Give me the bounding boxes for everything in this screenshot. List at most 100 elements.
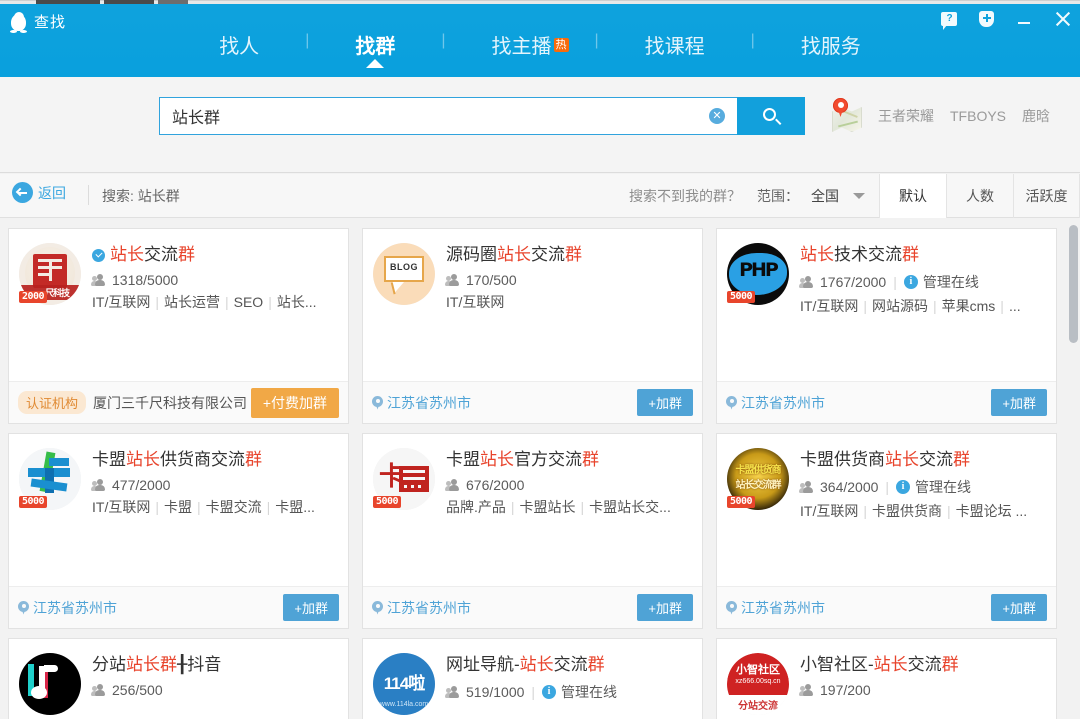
group-avatar-wrapper[interactable] bbox=[19, 653, 81, 715]
group-card[interactable]: 5000卡盟站长供货商交流群477/2000IT/互联网|卡盟|卡盟交流|卡盟.… bbox=[8, 433, 349, 629]
tag-separator: | bbox=[150, 294, 164, 310]
minimize-icon bbox=[1016, 11, 1032, 27]
members-icon bbox=[92, 684, 107, 697]
group-card[interactable]: 小智社区xz666.00sq.cn分站交流小智社区-站长交流群197/200 bbox=[716, 638, 1057, 719]
group-card[interactable]: BLOG源码圈站长交流群170/500IT/互联网江苏省苏州市+加群 bbox=[362, 228, 703, 424]
group-title[interactable]: 卡盟站长官方交流群 bbox=[446, 448, 692, 472]
group-tag[interactable]: IT/互联网 bbox=[800, 503, 858, 519]
sort-tab-default[interactable]: 默认 bbox=[879, 174, 946, 218]
group-card[interactable]: PHP5000站长技术交流群1767/2000|管理在线IT/互联网|网站源码|… bbox=[716, 228, 1057, 424]
filter-divider bbox=[88, 185, 89, 205]
group-avatar-wrapper[interactable]: 卡盟供货商站长交流群5000 bbox=[727, 448, 789, 510]
nav-tab-find-courses[interactable]: 找课程 bbox=[645, 30, 705, 59]
join-group-button[interactable]: +加群 bbox=[283, 594, 339, 621]
back-arrow-icon bbox=[12, 182, 33, 203]
scrollbar-thumb[interactable] bbox=[1069, 225, 1078, 343]
group-tag[interactable]: 站长运营 bbox=[164, 294, 220, 310]
group-tag[interactable]: IT/互联网 bbox=[446, 294, 504, 310]
group-title[interactable]: 网址导航-站长交流群 bbox=[446, 653, 692, 677]
members-icon bbox=[446, 686, 461, 699]
group-tag[interactable]: 苹果cms bbox=[942, 298, 996, 314]
sort-tab-activity[interactable]: 活跃度 bbox=[1013, 174, 1080, 218]
group-card[interactable]: 尺科技2000站长交流群1318/5000IT/互联网|站长运营|SEO|站长.… bbox=[8, 228, 349, 424]
group-tag[interactable]: 站长... bbox=[277, 294, 317, 310]
scope-select-value[interactable]: 全国 bbox=[811, 186, 839, 206]
group-title-segment: 供货商交流 bbox=[160, 448, 245, 472]
group-tag[interactable]: IT/互联网 bbox=[92, 499, 150, 515]
group-title[interactable]: 卡盟供货商站长交流群 bbox=[800, 448, 1046, 472]
group-tag[interactable]: SEO bbox=[234, 294, 264, 310]
clear-search-icon[interactable]: ✕ bbox=[709, 108, 725, 124]
group-tag[interactable]: 卡盟 bbox=[164, 499, 192, 515]
group-tag[interactable]: 卡盟站长 bbox=[520, 499, 576, 515]
window-controls: ? bbox=[941, 10, 1072, 28]
location-pin-icon bbox=[18, 601, 29, 615]
chevron-down-icon[interactable] bbox=[853, 193, 865, 199]
group-title-segment: 群 bbox=[245, 448, 262, 472]
verified-badge-icon bbox=[92, 249, 105, 262]
group-avatar-wrapper[interactable]: BLOG bbox=[373, 243, 435, 305]
group-tag[interactable]: 品牌.产品 bbox=[446, 499, 506, 515]
group-member-count: 519/1000 bbox=[466, 684, 524, 700]
group-card[interactable]: 卡5000卡盟站长官方交流群676/2000品牌.产品|卡盟站长|卡盟站长交..… bbox=[362, 433, 703, 629]
hot-word-item[interactable]: 鹿晗 bbox=[1022, 106, 1050, 126]
group-card[interactable]: 114啦www.114la.com网址导航-站长交流群519/1000|管理在线 bbox=[362, 638, 703, 719]
group-avatar-wrapper[interactable]: 114啦www.114la.com bbox=[373, 653, 435, 715]
nav-tab-find-people[interactable]: 找人 bbox=[219, 30, 259, 59]
group-tags: IT/互联网|网站源码|苹果cms|... bbox=[800, 296, 1046, 316]
group-avatar-wrapper[interactable]: 5000 bbox=[19, 448, 81, 510]
join-group-button[interactable]: +加群 bbox=[991, 594, 1047, 621]
search-echo-text: 搜索: 站长群 bbox=[102, 186, 180, 206]
nav-tab-find-services[interactable]: 找服务 bbox=[801, 30, 861, 59]
group-avatar-wrapper[interactable]: PHP5000 bbox=[727, 243, 789, 305]
results-area: 尺科技2000站长交流群1318/5000IT/互联网|站长运营|SEO|站长.… bbox=[0, 219, 1080, 719]
group-card[interactable]: 分站站长群╂抖音256/500 bbox=[8, 638, 349, 719]
group-tags: IT/互联网|卡盟供货商|卡盟论坛 ... bbox=[800, 501, 1046, 521]
search-input[interactable] bbox=[160, 98, 737, 134]
paid-join-group-button[interactable]: +付费加群 bbox=[251, 388, 339, 418]
group-tag[interactable]: 卡盟论坛 ... bbox=[956, 503, 1028, 519]
group-avatar-wrapper[interactable]: 卡5000 bbox=[373, 448, 435, 510]
security-button[interactable] bbox=[979, 11, 994, 27]
search-button[interactable] bbox=[737, 97, 805, 135]
hot-word-item[interactable]: TFBOYS bbox=[950, 108, 1006, 124]
cant-find-group-link[interactable]: 搜索不到我的群？ bbox=[629, 186, 741, 206]
sort-tab-members[interactable]: 人数 bbox=[946, 174, 1013, 218]
group-title[interactable]: 站长技术交流群 bbox=[800, 243, 1046, 267]
hot-word-item[interactable]: 王者荣耀 bbox=[878, 106, 934, 126]
join-group-button[interactable]: +加群 bbox=[991, 389, 1047, 416]
close-button[interactable] bbox=[1054, 10, 1072, 28]
feedback-button[interactable]: ? bbox=[941, 12, 957, 26]
group-title[interactable]: 站长交流群 bbox=[92, 243, 338, 267]
group-title[interactable]: 分站站长群╂抖音 bbox=[92, 653, 338, 677]
group-tag[interactable]: 卡盟站长交... bbox=[589, 499, 671, 515]
tag-separator: | bbox=[220, 294, 234, 310]
tag-separator: | bbox=[858, 298, 872, 314]
group-title[interactable]: 小智社区-站长交流群 bbox=[800, 653, 1046, 677]
group-title[interactable]: 源码圈站长交流群 bbox=[446, 243, 692, 267]
nav-tab-find-groups[interactable]: 找群 bbox=[355, 30, 395, 59]
group-avatar-wrapper[interactable]: 尺科技2000 bbox=[19, 243, 81, 305]
group-tag[interactable]: 卡盟供货商 bbox=[872, 503, 942, 519]
group-title-segment: 站长 bbox=[126, 448, 160, 472]
group-title[interactable]: 卡盟站长供货商交流群 bbox=[92, 448, 338, 472]
back-button[interactable]: 返回 bbox=[12, 182, 66, 203]
join-group-button[interactable]: +加群 bbox=[637, 389, 693, 416]
group-card[interactable]: 卡盟供货商站长交流群5000卡盟供货商站长交流群364/2000|管理在线IT/… bbox=[716, 433, 1057, 629]
group-avatar-wrapper[interactable]: 小智社区xz666.00sq.cn分站交流 bbox=[727, 653, 789, 715]
results-scrollbar[interactable] bbox=[1069, 223, 1078, 715]
group-tag[interactable]: IT/互联网 bbox=[800, 298, 858, 314]
group-tag[interactable]: 网站源码 bbox=[872, 298, 928, 314]
group-tag[interactable]: ... bbox=[1009, 298, 1021, 314]
group-title-segment: 源码圈 bbox=[446, 243, 497, 267]
group-tag[interactable]: 卡盟... bbox=[275, 499, 315, 515]
join-group-button[interactable]: +加群 bbox=[637, 594, 693, 621]
minimize-button[interactable] bbox=[1016, 11, 1032, 27]
group-tag[interactable]: IT/互联网 bbox=[92, 294, 150, 310]
group-title-segment: 技术交流 bbox=[834, 243, 902, 267]
nav-tab-find-anchors[interactable]: 找主播热 bbox=[492, 30, 569, 59]
active-tab-caret-icon bbox=[366, 59, 384, 68]
card-footer: 江苏省苏州市+加群 bbox=[363, 586, 702, 628]
group-tag[interactable]: 卡盟交流 bbox=[206, 499, 262, 515]
group-title-segment: 站长 bbox=[480, 448, 514, 472]
